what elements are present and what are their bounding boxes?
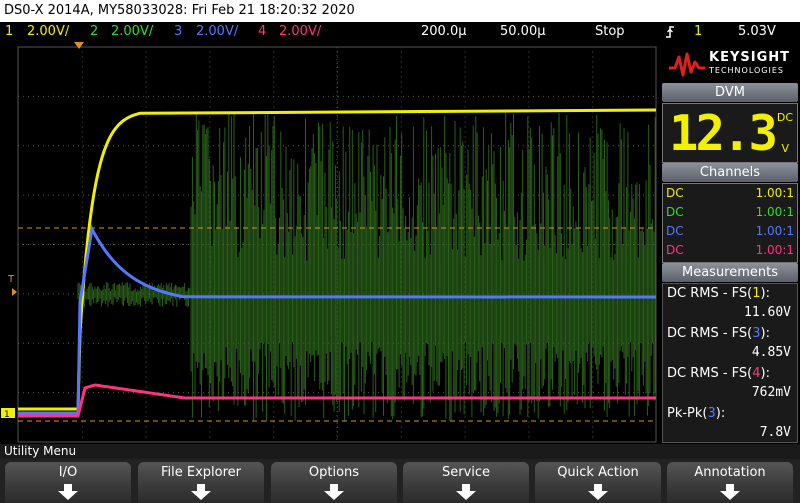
status-bar: 1 2.00V/ 2 2.00V/ 3 2.00V/ 4 2.00V/ 200.…: [0, 22, 800, 42]
dvm-header[interactable]: DVM: [662, 83, 798, 102]
measurements-box: DC RMS - FS(1): 11.60V DC RMS - FS(3): 4…: [662, 283, 798, 443]
ground-marker-label: 1: [4, 410, 10, 420]
measurement-3[interactable]: DC RMS - FS(4): 762mV: [663, 364, 797, 404]
channel-3-number[interactable]: 3: [174, 22, 182, 42]
arrow-down-icon: [191, 484, 211, 500]
window-title: DS0-X 2014A, MY58033028: Fri Feb 21 18:2…: [0, 0, 800, 22]
channel-3-scale[interactable]: 2.00V/: [196, 22, 238, 42]
brand-sub: TECHNOLOGIES: [709, 66, 784, 75]
channel-row-1[interactable]: DC 1.00:1: [666, 184, 796, 203]
dvm-unit: V: [781, 142, 789, 155]
keysight-logo: KEYSIGHT TECHNOLOGIES: [661, 42, 800, 84]
waveform-display[interactable]: T1: [0, 42, 661, 444]
channel-4-scale[interactable]: 2.00V/: [279, 22, 321, 42]
arrow-down-icon: [58, 484, 78, 500]
channel-4-number[interactable]: 4: [258, 22, 266, 42]
arrow-down-icon: [456, 484, 476, 500]
channels-box: DC 1.00:1 DC 1.00:1 DC 1.00:1 DC 1.00:1: [662, 183, 798, 263]
softkey-file-explorer[interactable]: File Explorer: [138, 462, 264, 503]
arrow-down-icon: [324, 484, 344, 500]
channel-1-scale[interactable]: 2.00V/: [27, 22, 69, 42]
arrow-down-icon: [720, 484, 740, 500]
channels-header[interactable]: Channels: [662, 163, 798, 182]
brand-name: KEYSIGHT: [709, 50, 790, 65]
measurement-2[interactable]: DC RMS - FS(3): 4.85V: [663, 324, 797, 364]
softkey-annotation[interactable]: Annotation: [667, 462, 793, 503]
measurements-header[interactable]: Measurements: [662, 263, 798, 282]
run-state[interactable]: Stop: [595, 22, 625, 42]
channel-row-3[interactable]: DC 1.00:1: [666, 222, 796, 241]
trigger-arrow-left: [12, 288, 17, 296]
channel-row-2[interactable]: DC 1.00:1: [666, 203, 796, 222]
waveform-graticule: T1: [1, 42, 657, 443]
channel-2-number[interactable]: 2: [90, 22, 98, 42]
timebase-delay[interactable]: 50.00µ: [500, 22, 546, 42]
trigger-marker-label: T: [7, 274, 15, 285]
softkey-io[interactable]: I/O: [5, 462, 131, 503]
dvm-value: 12.3: [669, 105, 778, 162]
dvm-box: 12.3 DC V: [662, 103, 798, 163]
right-panel: KEYSIGHT TECHNOLOGIES DVM 12.3 DC V Chan…: [661, 42, 800, 444]
channel-1-number[interactable]: 1: [5, 22, 13, 42]
softkey-service[interactable]: Service: [403, 462, 529, 503]
timebase-scale[interactable]: 200.0µ: [421, 22, 467, 42]
measurement-4[interactable]: Pk-Pk(3): 7.8V: [663, 404, 797, 444]
dvm-mode: DC: [776, 111, 793, 124]
trigger-level[interactable]: 5.03V: [738, 22, 776, 42]
channel-2-scale[interactable]: 2.00V/: [111, 22, 153, 42]
softkey-quick-action[interactable]: Quick Action: [535, 462, 661, 503]
softkey-options[interactable]: Options: [271, 462, 397, 503]
measurement-1[interactable]: DC RMS - FS(1): 11.60V: [663, 284, 797, 324]
arrow-down-icon: [588, 484, 608, 500]
channel-row-4[interactable]: DC 1.00:1: [666, 241, 796, 260]
menu-title: Utility Menu: [0, 444, 800, 459]
softkey-bar: I/O File Explorer Options Service Quick …: [0, 459, 800, 503]
trigger-source[interactable]: 1: [694, 22, 702, 42]
